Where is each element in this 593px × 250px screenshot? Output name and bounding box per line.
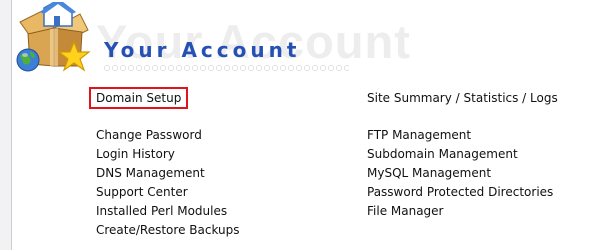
title-underline-decoration	[104, 64, 349, 74]
dns-management-link[interactable]: DNS Management	[96, 166, 205, 180]
installed-perl-modules-link[interactable]: Installed Perl Modules	[96, 204, 227, 218]
domain-setup-link[interactable]: Domain Setup	[89, 87, 189, 109]
page-title: Your Account	[104, 38, 301, 62]
subdomain-management-link[interactable]: Subdomain Management	[367, 147, 518, 161]
site-summary-statistics-logs-link[interactable]: Site Summary / Statistics / Logs	[367, 91, 558, 105]
login-history-link[interactable]: Login History	[96, 147, 175, 161]
ftp-management-link[interactable]: FTP Management	[367, 128, 471, 142]
create-restore-backups-link[interactable]: Create/Restore Backups	[96, 223, 240, 237]
mysql-management-link[interactable]: MySQL Management	[367, 166, 491, 180]
file-manager-link[interactable]: File Manager	[367, 204, 444, 218]
support-center-link[interactable]: Support Center	[96, 185, 188, 199]
package-box-globe-star-icon	[14, 0, 96, 76]
account-header: Your Account Your Account	[0, 0, 593, 82]
password-protected-directories-link[interactable]: Password Protected Directories	[367, 185, 553, 199]
change-password-link[interactable]: Change Password	[96, 128, 202, 142]
